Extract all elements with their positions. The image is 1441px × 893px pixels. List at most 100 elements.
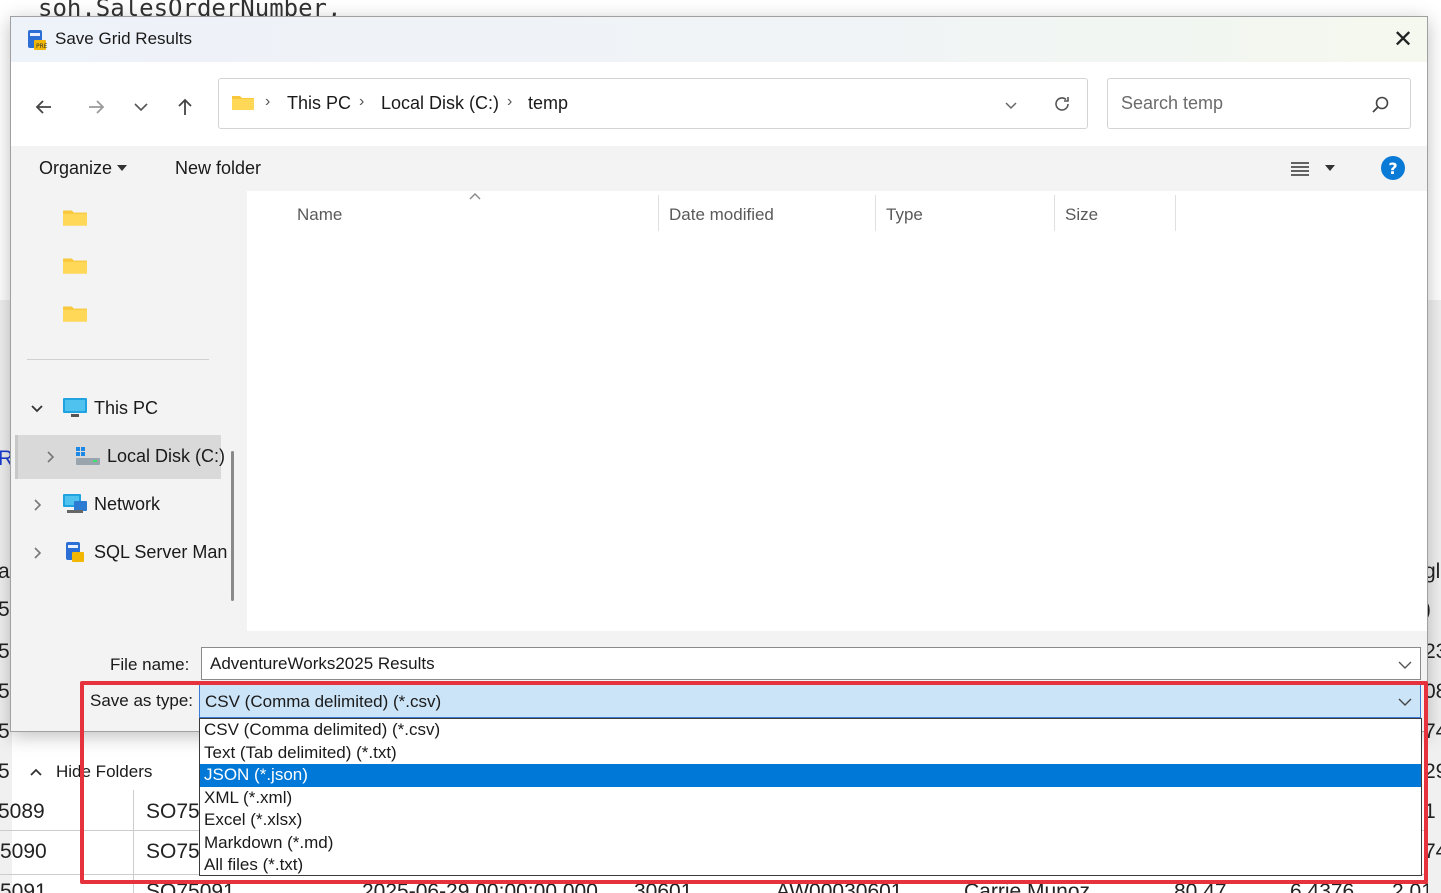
arrow-up-icon xyxy=(178,98,192,115)
ssms-app-icon: PRE xyxy=(28,30,48,50)
chevron-right-icon[interactable] xyxy=(29,497,45,513)
grid-cell: 6.4376 xyxy=(1290,880,1355,893)
grid-cell: 5091 xyxy=(0,880,47,893)
option-xlsx[interactable]: Excel (*.xlsx) xyxy=(200,809,1421,832)
nav-scrollbar[interactable] xyxy=(231,451,234,601)
column-header-size[interactable]: Size xyxy=(1065,205,1098,225)
save-dialog: PRE Save Grid Results ✕ › This PC › Loca… xyxy=(10,16,1428,732)
column-header-type[interactable]: Type xyxy=(886,205,923,225)
navigation-bar: › This PC › Local Disk (C:) › temp Searc… xyxy=(11,62,1427,146)
nav-label: SQL Server Man xyxy=(94,542,228,562)
chevron-up-icon xyxy=(30,768,42,776)
option-all-files[interactable]: All files (*.txt) xyxy=(200,854,1421,877)
file-list: Name Date modified Type Size xyxy=(247,191,1427,631)
grid-cell: 5 xyxy=(0,760,10,783)
folder-icon xyxy=(232,96,254,110)
option-md[interactable]: Markdown (*.md) xyxy=(200,832,1421,855)
folder-icon[interactable] xyxy=(62,303,88,323)
up-button[interactable] xyxy=(170,92,200,122)
chevron-down-icon xyxy=(134,103,148,112)
ssms-icon xyxy=(66,542,84,562)
new-folder-button[interactable]: New folder xyxy=(175,158,261,179)
chevron-down-icon[interactable] xyxy=(29,401,45,417)
navigation-pane: This PC Local Disk (C:) Network SQL Serv… xyxy=(11,191,234,631)
grid-cell: 5 xyxy=(0,680,10,703)
grid-cell: 74 xyxy=(1424,840,1441,863)
search-input[interactable]: Search temp xyxy=(1121,93,1223,114)
recent-locations-button[interactable] xyxy=(126,92,156,122)
grid-cell: 1 xyxy=(1424,800,1436,823)
file-name-input[interactable]: AdventureWorks2025 Results xyxy=(210,654,435,674)
svg-text:?: ? xyxy=(1388,159,1397,178)
breadcrumb-local-disk[interactable]: Local Disk (C:) xyxy=(381,93,499,114)
breadcrumb-this-pc[interactable]: This PC xyxy=(287,93,351,114)
network-icon xyxy=(63,494,87,513)
save-as-type-select[interactable]: CSV (Comma delimited) (*.csv) xyxy=(199,684,1421,718)
sort-ascending-icon xyxy=(469,193,481,200)
nav-item-local-disk[interactable]: Local Disk (C:) xyxy=(15,435,225,479)
column-header-date-modified[interactable]: Date modified xyxy=(669,205,774,225)
nav-label: This PC xyxy=(94,398,159,418)
address-bar[interactable]: › This PC › Local Disk (C:) › temp xyxy=(218,78,1088,129)
folder-icon[interactable] xyxy=(62,255,88,275)
folder-icon[interactable] xyxy=(62,207,88,227)
grid-cell: 5 xyxy=(0,720,10,743)
grid-cell: 29 xyxy=(1424,760,1441,783)
grid-cell: 5090 xyxy=(0,840,47,863)
arrow-right-icon xyxy=(89,100,105,114)
grid-cell: a xyxy=(0,560,10,583)
back-button[interactable] xyxy=(29,92,59,122)
save-as-type-dropdown-list: CSV (Comma delimited) (*.csv) Text (Tab … xyxy=(199,718,1422,876)
monitor-icon xyxy=(63,398,87,417)
hide-folders-label: Hide Folders xyxy=(56,762,153,781)
nav-divider xyxy=(27,359,209,360)
command-bar: Organize New folder ? xyxy=(11,146,1427,191)
grid-cell: 80.47 xyxy=(1174,880,1227,893)
grid-cell: SO75 xyxy=(146,800,200,823)
breadcrumb-separator: › xyxy=(359,93,365,110)
save-as-type-value: CSV (Comma delimited) (*.csv) xyxy=(205,692,442,711)
option-txt-tab[interactable]: Text (Tab delimited) (*.txt) xyxy=(200,742,1421,765)
file-name-label: File name: xyxy=(110,655,190,674)
nav-label: Network xyxy=(94,494,161,514)
nav-item-sql-server[interactable]: SQL Server Man xyxy=(11,531,227,575)
grid-cell: SO75091 xyxy=(146,880,235,893)
search-box[interactable]: Search temp xyxy=(1107,78,1411,129)
nav-item-network[interactable]: Network xyxy=(11,483,221,527)
chevron-right-icon[interactable] xyxy=(42,449,58,465)
svg-text:PRE: PRE xyxy=(36,43,48,50)
option-json[interactable]: JSON (*.json) xyxy=(200,764,1421,787)
close-button[interactable]: ✕ xyxy=(1389,26,1417,54)
breadcrumb-separator: › xyxy=(507,93,513,110)
breadcrumb-temp[interactable]: temp xyxy=(528,93,568,114)
search-icon[interactable] xyxy=(1370,94,1392,116)
dialog-title: Save Grid Results xyxy=(55,29,192,48)
title-bar[interactable]: PRE Save Grid Results ✕ xyxy=(11,17,1427,62)
caret-down-icon[interactable] xyxy=(115,163,129,173)
file-name-field[interactable]: AdventureWorks2025 Results xyxy=(201,647,1421,680)
chevron-right-icon[interactable] xyxy=(29,545,45,561)
save-as-type-label: Save as type: xyxy=(90,691,194,710)
grid-cell: AW00030601 xyxy=(776,880,903,893)
refresh-icon[interactable] xyxy=(1051,93,1073,115)
view-caret-down-icon[interactable] xyxy=(1323,163,1337,173)
grid-cell: 2025-06-29 00:00:00.000 xyxy=(362,880,598,893)
grid-cell: 30601 xyxy=(634,880,693,893)
organize-button[interactable]: Organize xyxy=(39,158,112,179)
view-list-icon[interactable] xyxy=(1289,158,1311,180)
option-xml[interactable]: XML (*.xml) xyxy=(200,787,1421,810)
grid-cell: 5 xyxy=(0,598,10,621)
chevron-down-icon[interactable] xyxy=(1396,656,1414,674)
help-icon[interactable]: ? xyxy=(1380,155,1406,181)
nav-item-this-pc[interactable]: This PC xyxy=(11,387,221,431)
drive-icon xyxy=(76,447,100,465)
grid-cell: SO75 xyxy=(146,840,200,863)
chevron-down-icon[interactable] xyxy=(1396,693,1414,711)
grid-cell: 5 xyxy=(0,640,10,663)
organize-label: Organize xyxy=(39,158,113,178)
option-csv[interactable]: CSV (Comma delimited) (*.csv) xyxy=(200,719,1421,742)
address-dropdown-chevron-icon[interactable] xyxy=(1001,95,1021,115)
column-header-name[interactable]: Name xyxy=(297,205,342,225)
forward-button[interactable] xyxy=(81,92,111,122)
breadcrumb-separator: › xyxy=(265,93,271,110)
